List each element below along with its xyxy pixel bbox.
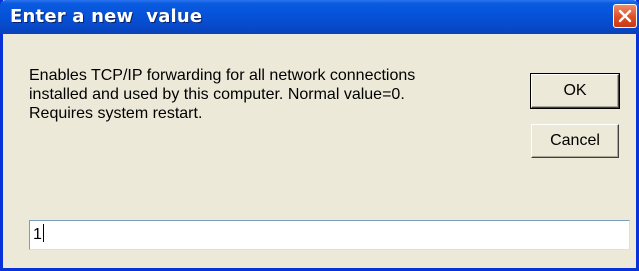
message-line-3: Requires system restart. <box>29 105 203 122</box>
message-line-2: installed and used by this computer. Nor… <box>29 86 405 103</box>
message-text: Enables TCP/IP forwarding for all networ… <box>29 66 509 123</box>
message-line-1: Enables TCP/IP forwarding for all networ… <box>29 67 416 84</box>
text-caret <box>42 224 44 242</box>
close-button[interactable] <box>613 4 637 28</box>
ok-button[interactable]: OK <box>530 73 620 109</box>
cancel-button[interactable]: Cancel <box>531 124 619 158</box>
value-input[interactable]: 1 <box>29 220 630 250</box>
value-input-text: 1 <box>33 226 42 243</box>
dialog-window: Enter a new value Enables TCP/IP forward… <box>0 0 639 271</box>
dialog-title: Enter a new value <box>10 6 203 27</box>
title-bar[interactable]: Enter a new value <box>0 0 639 34</box>
